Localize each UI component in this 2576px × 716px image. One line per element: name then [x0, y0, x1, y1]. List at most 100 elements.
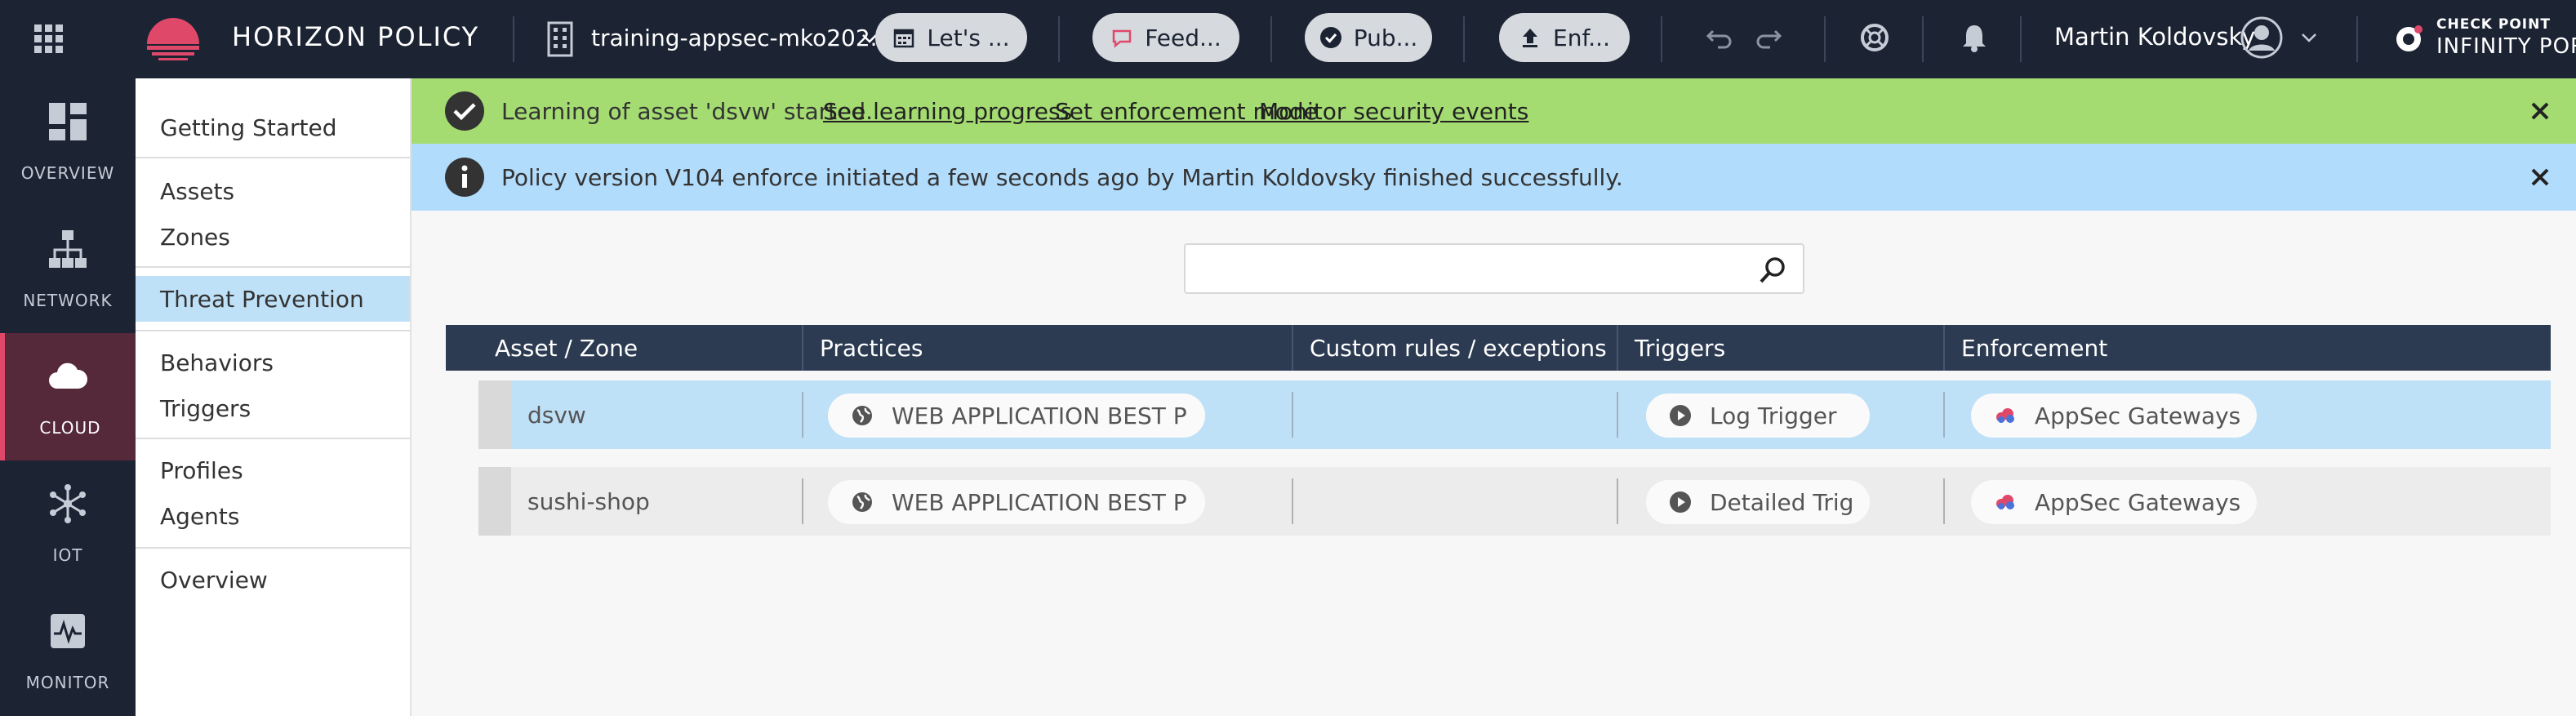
- close-icon[interactable]: [2529, 100, 2551, 122]
- asset-name[interactable]: dsvw: [527, 380, 586, 449]
- column-triggers[interactable]: Triggers: [1618, 325, 1725, 371]
- row-drag-handle[interactable]: [478, 467, 511, 536]
- info-banner: Policy version V104 enforce initiated a …: [412, 144, 2576, 211]
- network-icon: [49, 230, 87, 268]
- globe-icon: [852, 492, 872, 512]
- menu-behaviors[interactable]: Behaviors: [136, 340, 410, 385]
- trigger-label: Detailed Trig: [1710, 488, 1854, 516]
- success-message: Learning of asset 'dsvw' started.: [501, 97, 874, 125]
- practice-chip[interactable]: WEB APPLICATION BEST PR.: [828, 480, 1205, 524]
- column-custom-rules[interactable]: Custom rules / exceptions: [1293, 325, 1607, 371]
- column-practices[interactable]: Practices: [803, 325, 923, 371]
- divider: [513, 16, 514, 62]
- divider: [2356, 16, 2358, 62]
- publish-label: Pub...: [1353, 24, 1418, 51]
- menu-threat-prevention[interactable]: Threat Prevention: [136, 276, 410, 322]
- menu-getting-started[interactable]: Getting Started: [136, 105, 410, 150]
- nav-iot[interactable]: IOT: [0, 460, 136, 588]
- table-row[interactable]: dsvw WEB APPLICATION BEST PR. Log Trigge…: [478, 380, 2551, 449]
- divider: [1922, 16, 1924, 62]
- nav-network-label: NETWORK: [23, 291, 113, 310]
- play-circle-icon: [1670, 491, 1691, 513]
- user-name[interactable]: Martin Koldovsky: [2054, 23, 2255, 51]
- redo-icon[interactable]: [1752, 21, 1785, 54]
- divider: [2020, 16, 2022, 62]
- play-circle-icon: [1670, 405, 1691, 426]
- enforcement-label: AppSec Gateways: [2035, 402, 2241, 429]
- info-message: Policy version V104 enforce initiated a …: [501, 163, 1623, 191]
- close-icon[interactable]: [2529, 167, 2551, 188]
- column-asset-zone[interactable]: Asset / Zone: [478, 325, 638, 371]
- column-divider: [1292, 478, 1293, 524]
- nav-network[interactable]: NETWORK: [0, 206, 136, 333]
- nav-iot-label: IOT: [52, 545, 83, 565]
- menu-overview[interactable]: Overview: [136, 557, 410, 603]
- check-circle-icon: [445, 91, 484, 131]
- divider: [1824, 16, 1826, 62]
- practice-label: WEB APPLICATION BEST PR.: [892, 488, 1187, 516]
- practice-chip[interactable]: WEB APPLICATION BEST PR.: [828, 394, 1205, 438]
- enforcement-chip[interactable]: AppSec Gateways: [1971, 394, 2257, 438]
- monitor-icon: [51, 614, 85, 648]
- column-divider: [1943, 392, 1945, 438]
- enforce-button[interactable]: Enf...: [1499, 13, 1630, 62]
- chevron-down-icon[interactable]: [2299, 28, 2319, 47]
- success-banner: Learning of asset 'dsvw' started. See le…: [412, 78, 2576, 144]
- menu-profiles[interactable]: Profiles: [136, 447, 410, 493]
- divider: [1661, 16, 1662, 62]
- bell-icon[interactable]: [1958, 21, 1991, 54]
- feedback-button[interactable]: Feed...: [1092, 13, 1239, 62]
- search-input[interactable]: [1195, 251, 1751, 287]
- policy-menu: Getting Started Assets Zones Threat Prev…: [136, 78, 412, 716]
- help-icon[interactable]: [1858, 21, 1891, 54]
- trigger-chip[interactable]: Detailed Trig: [1646, 480, 1870, 524]
- enforcement-chip[interactable]: AppSec Gateways: [1971, 480, 2257, 524]
- product-name: INFINITY PORT: [2436, 34, 2576, 59]
- feedback-label: Feed...: [1145, 24, 1221, 51]
- menu-triggers[interactable]: Triggers: [136, 385, 410, 431]
- undo-icon[interactable]: [1703, 21, 1736, 54]
- calendar-icon: [894, 29, 914, 48]
- divider: [136, 330, 410, 331]
- top-bar: HORIZON POLICY training-appsec-mko202...…: [0, 0, 2576, 78]
- search-box: [1184, 243, 1804, 294]
- feedback-icon: [1112, 29, 1132, 48]
- divider: [1463, 16, 1465, 62]
- asset-name[interactable]: sushi-shop: [527, 467, 650, 536]
- divider: [136, 266, 410, 268]
- app-launcher-icon[interactable]: [33, 23, 65, 56]
- divider: [136, 438, 410, 439]
- menu-assets[interactable]: Assets: [136, 168, 410, 214]
- publish-button[interactable]: Pub...: [1305, 13, 1432, 62]
- divider: [136, 547, 410, 549]
- practice-label: WEB APPLICATION BEST PR.: [892, 402, 1187, 429]
- iot-icon: [50, 484, 86, 523]
- learning-progress-link[interactable]: See learning progress: [823, 98, 1072, 125]
- menu-agents[interactable]: Agents: [136, 493, 410, 539]
- main-nav-rail: OVERVIEW NETWORK CLOUD IOT MONITOR: [0, 78, 136, 716]
- column-divider: [1292, 392, 1293, 438]
- nav-monitor-label: MONITOR: [25, 673, 110, 692]
- column-divider: [1617, 392, 1618, 438]
- search-icon[interactable]: [1759, 256, 1786, 284]
- lets-start-button[interactable]: Let's ...: [875, 13, 1027, 62]
- column-divider: [1617, 478, 1618, 524]
- globe-icon: [852, 406, 872, 425]
- row-drag-handle[interactable]: [478, 380, 511, 449]
- nav-cloud[interactable]: CLOUD: [0, 333, 136, 460]
- nav-monitor[interactable]: MONITOR: [0, 588, 136, 715]
- cloud-icon: [49, 362, 88, 389]
- menu-zones[interactable]: Zones: [136, 214, 410, 260]
- security-events-link[interactable]: Monitor security events: [1259, 98, 1528, 125]
- tenant-selector[interactable]: training-appsec-mko202...: [591, 24, 892, 51]
- column-divider: [1943, 478, 1945, 524]
- nav-overview[interactable]: OVERVIEW: [0, 78, 136, 206]
- trigger-chip[interactable]: Log Trigger: [1646, 394, 1870, 438]
- enforce-label: Enf...: [1553, 24, 1610, 51]
- table-row[interactable]: sushi-shop WEB APPLICATION BEST PR. Deta…: [478, 467, 2551, 536]
- avatar[interactable]: [2240, 16, 2283, 59]
- upload-icon: [1523, 29, 1538, 47]
- column-enforcement[interactable]: Enforcement: [1945, 325, 2107, 371]
- building-icon: [547, 21, 573, 57]
- divider: [136, 157, 410, 158]
